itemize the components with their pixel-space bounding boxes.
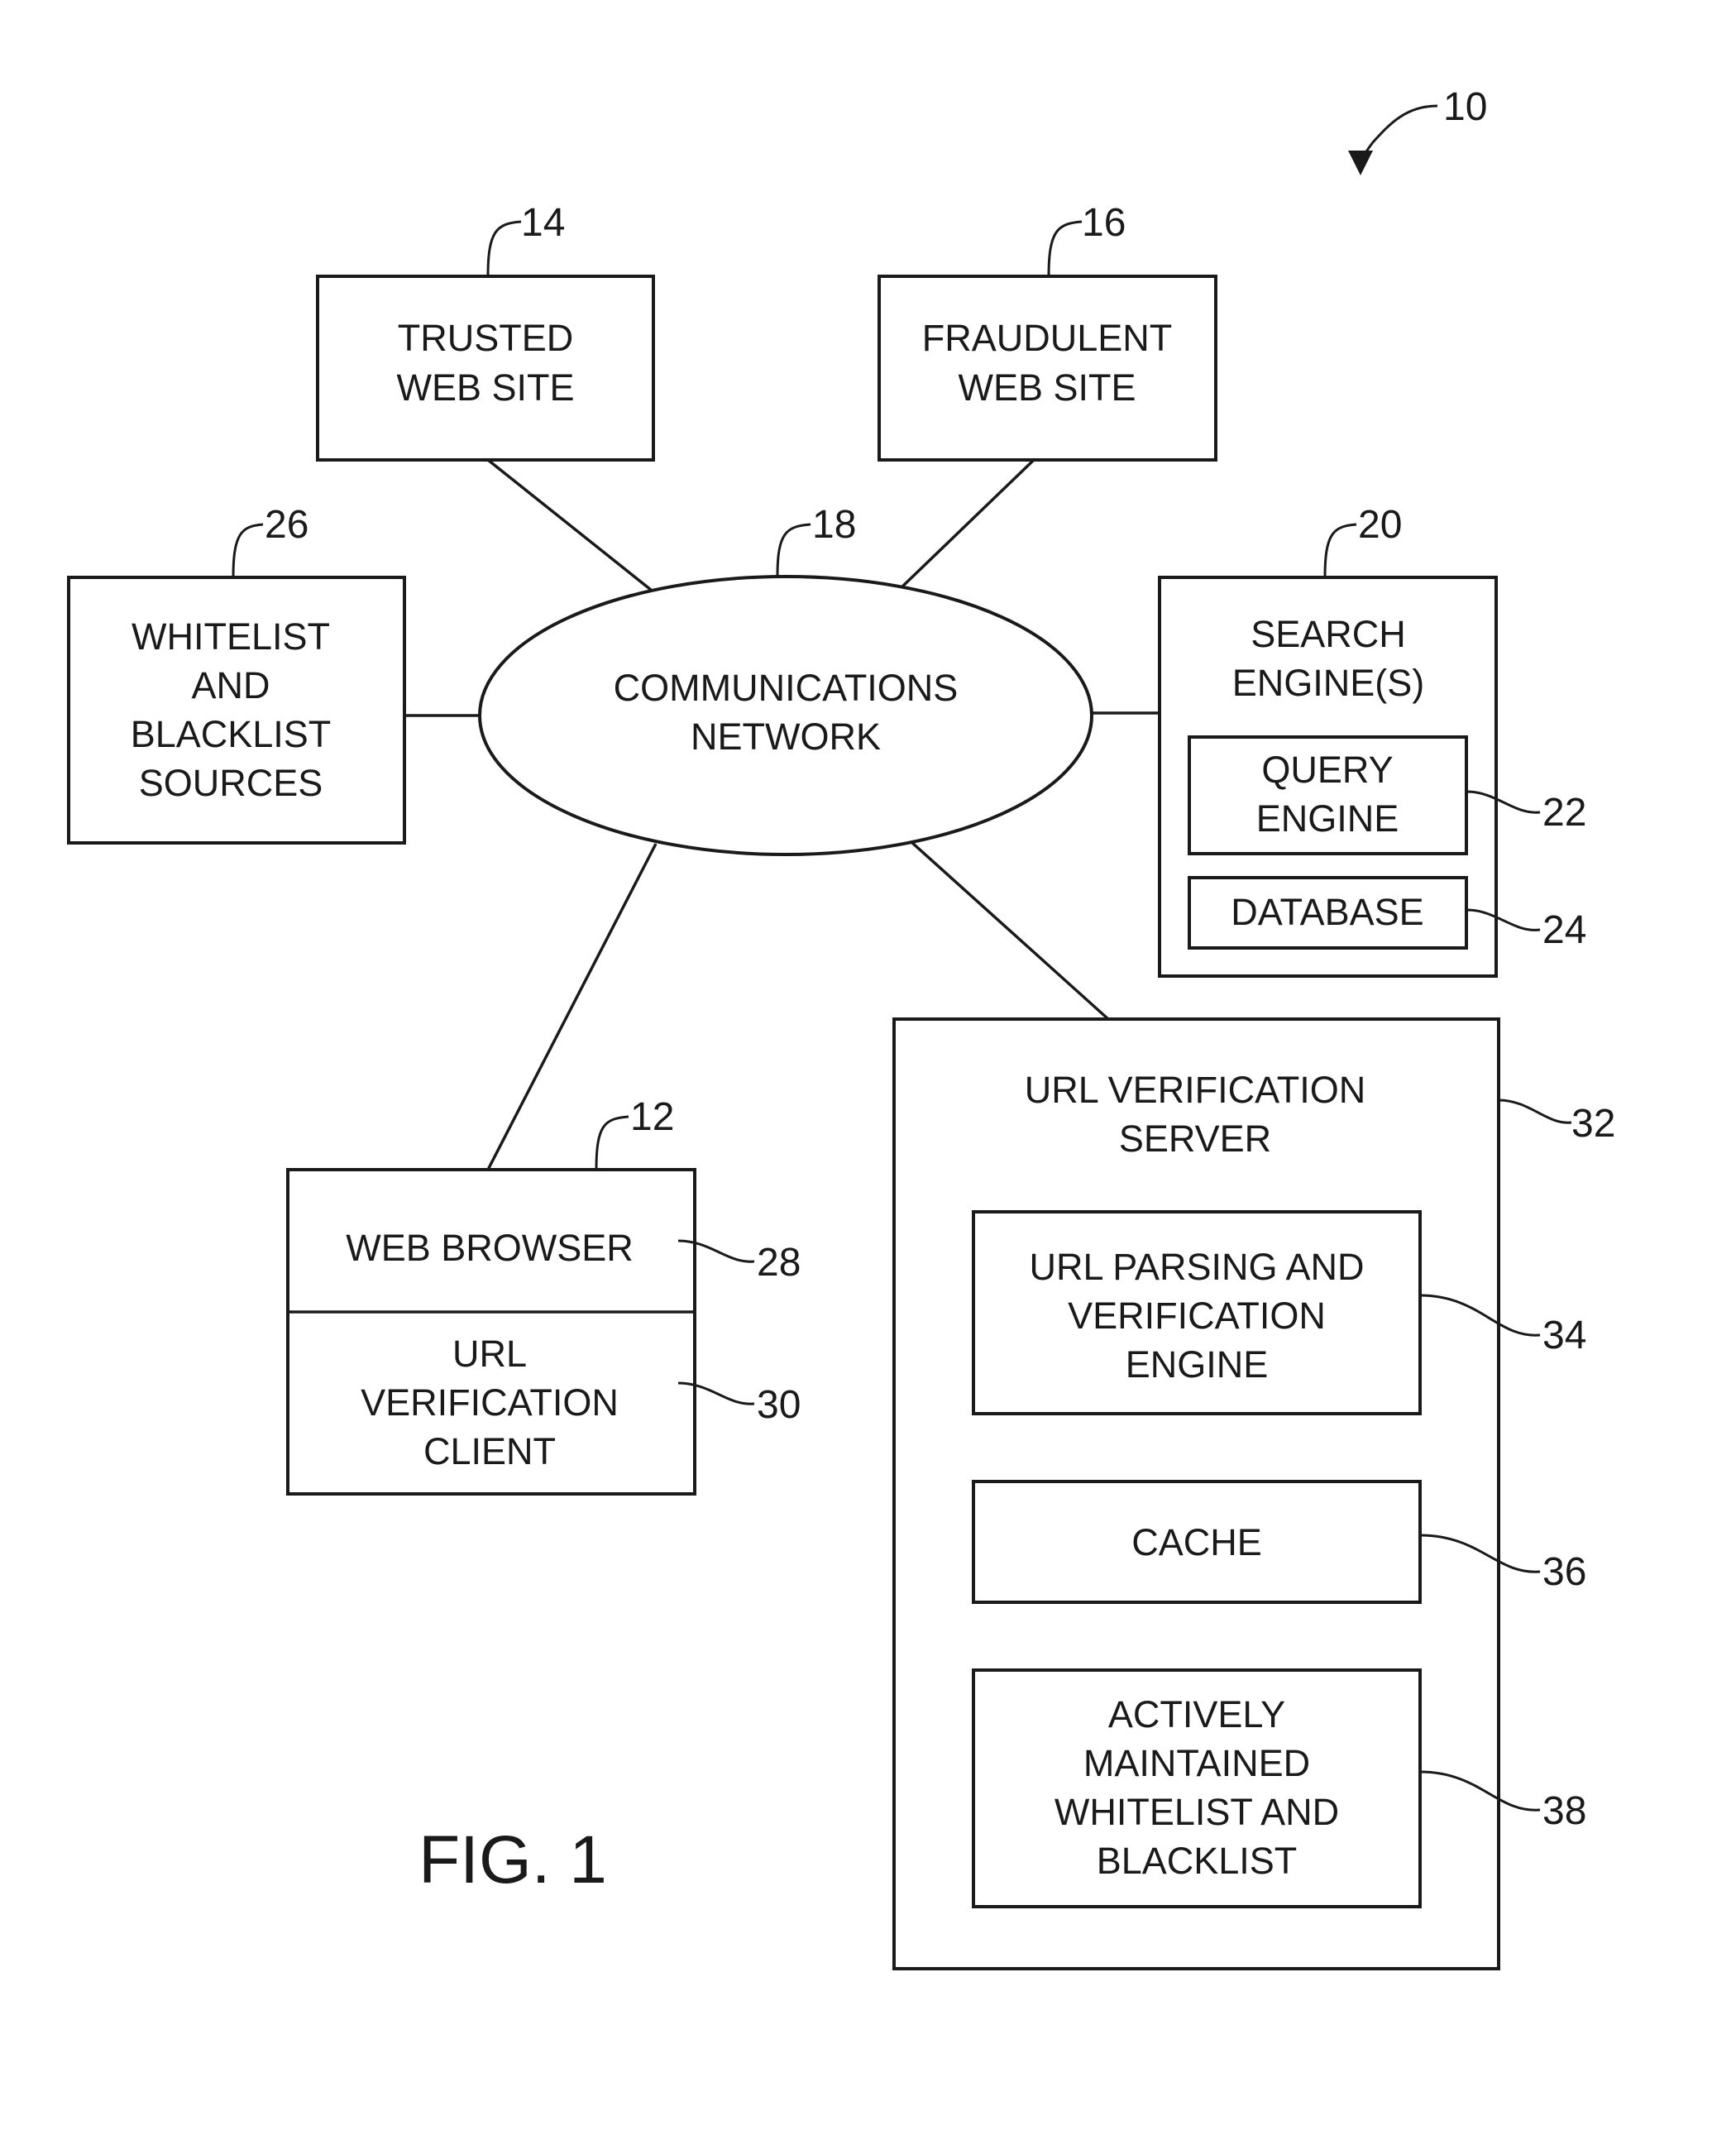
figure-caption: FIG. 1 (418, 1822, 607, 1898)
link-fraudulent-network (899, 458, 1035, 590)
client-device-ref-leader (595, 1115, 629, 1170)
database-ref: 24 (1542, 908, 1586, 952)
database-label: DATABASE (1231, 891, 1423, 933)
maintained-lists-label-line2: MAINTAINED (1083, 1742, 1310, 1784)
fraudulent-web-site-label-line1: FRAUDULENT (922, 317, 1173, 359)
query-engine-label-line2: ENGINE (1256, 797, 1399, 840)
network-ref-leader (776, 523, 811, 577)
fraudulent-ref: 16 (1082, 201, 1126, 245)
trusted-ref-leader (486, 220, 522, 277)
query-engine-ref: 22 (1542, 791, 1586, 835)
server-label-line2: SERVER (1119, 1118, 1271, 1160)
system-reference: 10 (1348, 85, 1487, 175)
system-diagram: 10 TRUSTED WEB SITE 14 FRAUDULENT WEB SI… (67, 85, 1615, 1970)
web-browser-ref: 28 (757, 1241, 801, 1285)
maintained-lists-label-line1: ACTIVELY (1108, 1693, 1285, 1735)
communications-network-label-line1: COMMUNICATIONS (614, 667, 959, 709)
list-sources-label-line2: AND (191, 664, 270, 706)
server-label-line1: URL VERIFICATION (1025, 1069, 1366, 1111)
maintained-lists-label-line4: BLACKLIST (1097, 1840, 1298, 1882)
client-device-ref: 12 (630, 1095, 674, 1139)
server-ref: 32 (1571, 1102, 1615, 1146)
list-sources-node: WHITELIST AND BLACKLIST SOURCES 26 (67, 503, 406, 845)
list-sources-label-line3: BLACKLIST (131, 713, 332, 755)
maintained-lists-ref: 38 (1542, 1789, 1586, 1833)
verification-client-label-line3: CLIENT (423, 1430, 556, 1472)
system-ref-arrow (1348, 104, 1438, 175)
list-sources-label-line4: SOURCES (139, 762, 323, 804)
search-engine-node: SEARCH ENGINE(S) 20 QUERY ENGINE 22 DATA… (1158, 503, 1586, 978)
trusted-ref: 14 (521, 201, 565, 245)
list-sources-ref-leader (232, 523, 264, 578)
search-engine-label-line2: ENGINE(S) (1232, 662, 1425, 704)
maintained-lists-label-line3: WHITELIST AND (1055, 1791, 1339, 1833)
client-device-node: 12 WEB BROWSER 28 URL VERIFICATION CLIEN… (286, 1095, 801, 1496)
cache-label: CACHE (1131, 1521, 1262, 1563)
communications-network-label-line2: NETWORK (691, 716, 881, 758)
link-network-server (910, 840, 1110, 1021)
link-trusted-network (486, 458, 653, 591)
search-engine-label-line1: SEARCH (1251, 613, 1406, 655)
trusted-web-site-label-line2: WEB SITE (396, 366, 574, 409)
system-ref-label: 10 (1443, 85, 1487, 129)
parsing-engine-ref: 34 (1542, 1314, 1586, 1357)
trusted-web-site-label-line1: TRUSTED (398, 317, 574, 359)
fraudulent-ref-leader (1047, 220, 1083, 277)
web-browser-label: WEB BROWSER (346, 1227, 634, 1269)
fraudulent-web-site-label-line2: WEB SITE (958, 366, 1136, 409)
list-sources-label-line1: WHITELIST (132, 615, 330, 658)
network-ref: 18 (812, 503, 856, 547)
search-engine-ref: 20 (1358, 503, 1402, 547)
parsing-engine-label-line3: ENGINE (1126, 1343, 1269, 1386)
list-sources-ref: 26 (265, 503, 308, 547)
verification-client-label-line1: URL (452, 1333, 527, 1375)
query-engine-label-line1: QUERY (1261, 749, 1393, 791)
verification-client-label-line2: VERIFICATION (361, 1381, 619, 1424)
url-verification-server-node: URL VERIFICATION SERVER 32 URL PARSING A… (892, 1017, 1615, 1970)
verification-client-ref: 30 (757, 1383, 801, 1427)
trusted-web-site-node: TRUSTED WEB SITE 14 (316, 201, 655, 462)
cache-ref: 36 (1542, 1550, 1586, 1594)
server-ref-leader (1498, 1099, 1572, 1124)
parsing-engine-label-line2: VERIFICATION (1068, 1295, 1326, 1337)
parsing-engine-label-line1: URL PARSING AND (1029, 1246, 1364, 1288)
communications-network-node: COMMUNICATIONS NETWORK 18 (478, 503, 1093, 856)
fraudulent-web-site-node: FRAUDULENT WEB SITE 16 (878, 201, 1217, 462)
search-engine-ref-leader (1323, 523, 1357, 578)
